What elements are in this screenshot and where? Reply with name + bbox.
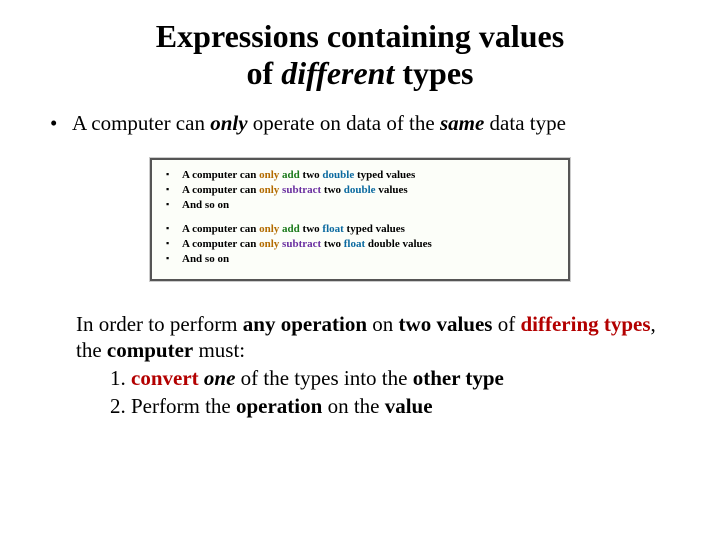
inset-line: A computer can only add two double typed… — [164, 168, 556, 183]
ib-add: add — [282, 169, 300, 181]
b1-t2: operate on data of the — [248, 111, 440, 135]
step-2: 2. Perform the operation on the value — [110, 393, 674, 420]
inset-container: A computer can only add two double typed… — [46, 158, 674, 281]
p-c: on — [367, 312, 399, 336]
ib-b: two — [300, 223, 323, 235]
ib-a: A computer can — [182, 169, 259, 181]
p-d: two values — [399, 312, 493, 336]
s1-d: other type — [413, 366, 504, 390]
ib-only: only — [259, 169, 282, 181]
inset-line: A computer can only subtract two float d… — [164, 237, 556, 252]
ib-a: And so on — [182, 199, 229, 211]
ib-sub: subtract — [282, 238, 321, 250]
ib-c: typed values — [344, 223, 405, 235]
ib-b: two — [321, 184, 344, 196]
ib-a: A computer can — [182, 238, 259, 250]
p-b: any operation — [243, 312, 367, 336]
s2-a: Perform the — [131, 394, 236, 418]
title-line2a: of — [247, 55, 282, 91]
inset-line: A computer can only add two float typed … — [164, 222, 556, 237]
ib-c: typed values — [354, 169, 415, 181]
s1-n: 1. — [110, 366, 131, 390]
ib-type: float — [344, 238, 365, 250]
ib-type: float — [322, 223, 343, 235]
s2-c: on the — [322, 394, 384, 418]
b1-only: only — [210, 111, 247, 135]
ib-c: values — [376, 184, 408, 196]
ib-only: only — [259, 184, 282, 196]
slide: Expressions containing values of differe… — [0, 0, 720, 540]
inset-line: A computer can only subtract two double … — [164, 183, 556, 198]
ib-a: A computer can — [182, 184, 259, 196]
s2-b: operation — [236, 394, 322, 418]
b1-t3: data type — [484, 111, 566, 135]
s2-d: value — [385, 394, 433, 418]
b1-same: same — [440, 111, 484, 135]
ib-type: double — [322, 169, 354, 181]
ib-c: double values — [365, 238, 432, 250]
inset-box: A computer can only add two double typed… — [150, 158, 570, 281]
title-line2c: types — [394, 55, 473, 91]
p-i: must: — [193, 338, 245, 362]
ib-add: add — [282, 223, 300, 235]
s1-a: convert — [131, 366, 204, 390]
ib-only: only — [259, 223, 282, 235]
ib-sub: subtract — [282, 184, 321, 196]
b1-t1: A computer can — [72, 111, 210, 135]
ib-b: two — [321, 238, 344, 250]
slide-title: Expressions containing values of differe… — [46, 18, 674, 92]
bullet-dot: • — [50, 110, 72, 136]
ib-a: A computer can — [182, 223, 259, 235]
inset-group-2: A computer can only add two float typed … — [164, 222, 556, 267]
ib-type: double — [344, 184, 376, 196]
steps-list: 1. convert one of the types into the oth… — [110, 365, 674, 420]
ib-a: And so on — [182, 253, 229, 265]
ib-b: two — [300, 169, 323, 181]
s2-n: 2. — [110, 394, 131, 418]
inset-line: And so on — [164, 198, 556, 213]
p-h: computer — [107, 338, 193, 362]
p-a: In order to perform — [76, 312, 243, 336]
conclusion-paragraph: In order to perform any operation on two… — [76, 311, 662, 364]
inset-line: And so on — [164, 252, 556, 267]
ib-only: only — [259, 238, 282, 250]
title-line2-italic: different — [281, 55, 394, 91]
s1-b: one — [204, 366, 236, 390]
p-e: of — [492, 312, 520, 336]
main-bullet: •A computer can only operate on data of … — [46, 110, 674, 136]
title-line1: Expressions containing values — [156, 18, 564, 54]
p-f: differing types — [520, 312, 650, 336]
s1-c: of the types into the — [235, 366, 412, 390]
step-1: 1. convert one of the types into the oth… — [110, 365, 674, 392]
inset-group-1: A computer can only add two double typed… — [164, 168, 556, 213]
